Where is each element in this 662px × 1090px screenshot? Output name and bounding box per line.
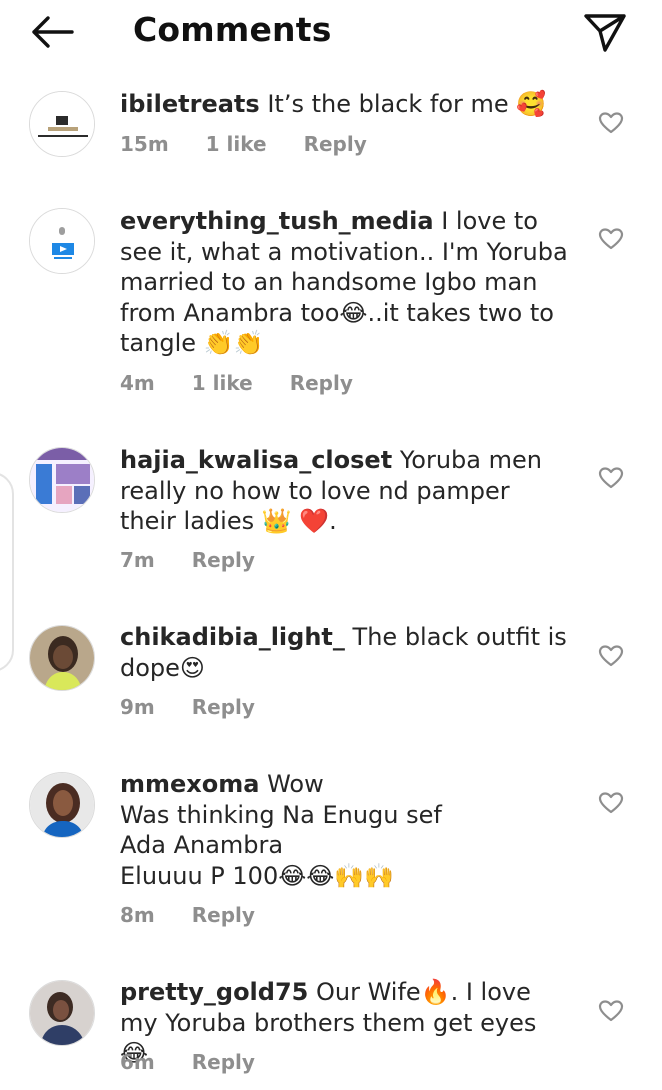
arrow-left-icon[interactable] xyxy=(28,12,76,52)
comment-meta: 8m Reply xyxy=(120,903,255,927)
avatar[interactable] xyxy=(29,980,95,1046)
comment-meta: 4m 1 like Reply xyxy=(120,371,353,395)
comment-meta: 9m Reply xyxy=(120,695,255,719)
comment-username[interactable]: ibiletreats xyxy=(120,90,260,118)
comment-username[interactable]: hajia_kwalisa_closet xyxy=(120,446,392,474)
comment-text: mmexoma Wow Was thinking Na Enugu sef Ad… xyxy=(120,769,568,891)
heart-outline-icon[interactable] xyxy=(598,227,624,251)
comment-time: 7m xyxy=(120,548,155,572)
reply-button[interactable]: Reply xyxy=(192,1050,255,1074)
comment-meta: 15m 1 like Reply xyxy=(120,132,367,156)
comment-meta: 6m Reply xyxy=(120,1050,255,1074)
like-count[interactable]: 1 like xyxy=(192,371,253,395)
heart-outline-icon[interactable] xyxy=(598,999,624,1023)
reply-button[interactable]: Reply xyxy=(304,132,367,156)
comment-time: 8m xyxy=(120,903,155,927)
heart-outline-icon[interactable] xyxy=(598,111,624,135)
top-bar: Comments xyxy=(0,0,662,64)
comment-username[interactable]: pretty_gold75 xyxy=(120,978,308,1006)
page-title: Comments xyxy=(133,10,332,49)
avatar[interactable] xyxy=(29,208,95,274)
comment-text: chikadibia_light_ The black outfit is do… xyxy=(120,622,568,683)
paper-plane-icon[interactable] xyxy=(580,10,628,54)
reply-button[interactable]: Reply xyxy=(290,371,353,395)
comment-meta: 7m Reply xyxy=(120,548,255,572)
like-count[interactable]: 1 like xyxy=(206,132,267,156)
avatar[interactable] xyxy=(29,447,95,513)
heart-outline-icon[interactable] xyxy=(598,466,624,490)
comment-text: ibiletreats It’s the black for me 🥰 xyxy=(120,89,568,120)
comment-body: It’s the black for me 🥰 xyxy=(267,90,547,118)
reply-button[interactable]: Reply xyxy=(192,695,255,719)
comment-username[interactable]: mmexoma xyxy=(120,770,259,798)
comment-time: 9m xyxy=(120,695,155,719)
reply-button[interactable]: Reply xyxy=(192,548,255,572)
comment-username[interactable]: everything_tush_media xyxy=(120,207,434,235)
comment-text: everything_tush_media I love to see it, … xyxy=(120,206,568,359)
comment-time: 6m xyxy=(120,1050,155,1074)
avatar[interactable] xyxy=(29,772,95,838)
reply-button[interactable]: Reply xyxy=(192,903,255,927)
side-panel-handle[interactable] xyxy=(0,472,14,672)
heart-outline-icon[interactable] xyxy=(598,791,624,815)
avatar[interactable] xyxy=(29,625,95,691)
comment-text: hajia_kwalisa_closet Yoruba men really n… xyxy=(120,445,568,537)
comment-time: 15m xyxy=(120,132,169,156)
comment-username[interactable]: chikadibia_light_ xyxy=(120,623,345,651)
avatar[interactable] xyxy=(29,91,95,157)
heart-outline-icon[interactable] xyxy=(598,644,624,668)
comment-time: 4m xyxy=(120,371,155,395)
